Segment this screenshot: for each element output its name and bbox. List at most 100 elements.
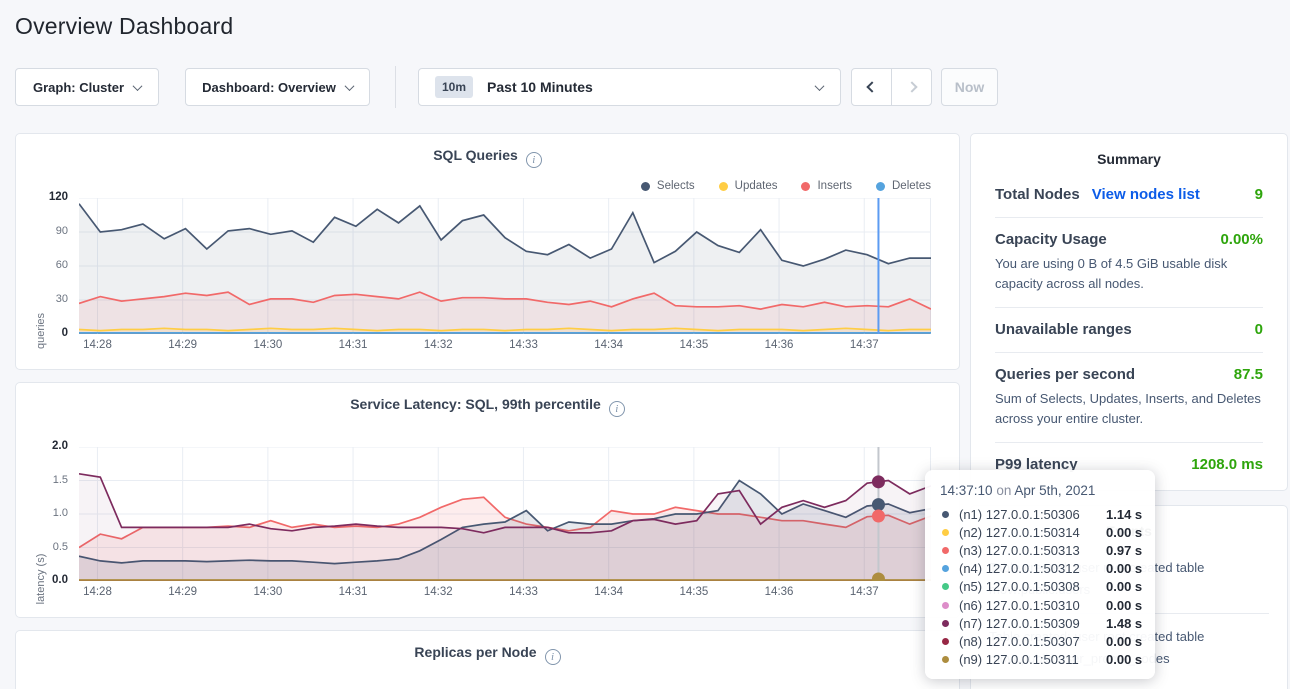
summary-row-unavailable-ranges: Unavailable ranges 0 [995, 307, 1263, 352]
legend-item-selects[interactable]: Selects [641, 180, 695, 192]
unavailable-ranges-label: Unavailable ranges [995, 321, 1132, 338]
sql-queries-chart-card: SQL Queriesi SelectsUpdatesInsertsDelete… [15, 133, 960, 370]
legend-dot-icon [801, 182, 810, 191]
tooltip-node-value: 0.00 s [1106, 652, 1142, 667]
tooltip-node-value: 1.14 s [1106, 507, 1142, 522]
tooltip-node-label: (n1) 127.0.0.1:50306 [959, 507, 1106, 522]
unavailable-ranges-value: 0 [1255, 321, 1263, 338]
x-tick-label: 14:34 [587, 339, 631, 351]
tooltip-row: (n8) 127.0.0.1:503070.00 s [938, 632, 1145, 650]
tooltip-node-label: (n2) 127.0.0.1:50314 [959, 525, 1106, 540]
y-tick-label: 120 [16, 191, 68, 203]
legend-label: Deletes [892, 180, 931, 192]
x-tick-label: 14:30 [246, 586, 290, 598]
tooltip-node-label: (n4) 127.0.0.1:50312 [959, 561, 1106, 576]
queries-per-second-description: Sum of Selects, Updates, Inserts, and De… [995, 389, 1263, 428]
info-icon[interactable]: i [545, 649, 561, 665]
time-prev-button[interactable] [851, 68, 892, 106]
page-title: Overview Dashboard [15, 13, 233, 40]
view-nodes-list-link[interactable]: View nodes list [1092, 186, 1200, 203]
y-tick-label: 30 [16, 293, 68, 305]
tooltip-row: (n3) 127.0.0.1:503130.97 s [938, 541, 1145, 559]
x-tick-label: 14:28 [75, 339, 119, 351]
summary-title: Summary [971, 151, 1287, 167]
chart-legend: Selects Updates Inserts Deletes [641, 180, 931, 192]
p99-latency-value: 1208.0 ms [1191, 456, 1263, 473]
tooltip-row: (n7) 127.0.0.1:503091.48 s [938, 614, 1145, 632]
total-nodes-value: 9 [1255, 186, 1263, 203]
tooltip-node-label: (n3) 127.0.0.1:50313 [959, 543, 1106, 558]
summary-row-queries-per-second: Queries per second 87.5 Sum of Selects, … [995, 352, 1263, 442]
tooltip-node-value: 0.00 s [1106, 634, 1142, 649]
queries-per-second-value: 87.5 [1234, 366, 1263, 383]
time-next-button[interactable] [891, 68, 932, 106]
y-tick-label: 1.0 [16, 507, 68, 519]
chevron-left-icon [866, 81, 877, 92]
dashboard-dropdown-label: Dashboard: Overview [202, 80, 336, 95]
chart-hover-tooltip: 14:37:10 on Apr 5th, 2021 (n1) 127.0.0.1… [925, 470, 1155, 679]
queries-per-second-label: Queries per second [995, 366, 1135, 383]
tooltip-node-label: (n9) 127.0.0.1:50311 [959, 652, 1106, 667]
tooltip-row: (n9) 127.0.0.1:503110.00 s [938, 651, 1145, 669]
node-color-dot-icon [942, 620, 949, 627]
graph-dropdown-label: Graph: Cluster [33, 80, 124, 95]
capacity-usage-label: Capacity Usage [995, 231, 1107, 248]
node-color-dot-icon [942, 511, 949, 518]
legend-dot-icon [719, 182, 728, 191]
now-button[interactable]: Now [941, 68, 998, 106]
node-color-dot-icon [942, 638, 949, 645]
legend-item-deletes[interactable]: Deletes [876, 180, 931, 192]
node-color-dot-icon [942, 529, 949, 536]
tooltip-node-label: (n5) 127.0.0.1:50308 [959, 579, 1106, 594]
legend-dot-icon [876, 182, 885, 191]
y-tick-label: 60 [16, 259, 68, 271]
tooltip-timestamp: 14:37:10 on Apr 5th, 2021 [940, 483, 1145, 498]
tooltip-node-value: 1.48 s [1106, 616, 1142, 631]
time-range-label: Past 10 Minutes [487, 79, 593, 95]
sql-queries-plot-area[interactable] [79, 198, 931, 334]
info-icon[interactable]: i [526, 152, 542, 168]
tooltip-node-value: 0.00 s [1106, 579, 1142, 594]
toolbar-divider [395, 66, 396, 108]
y-tick-label: 1.5 [16, 474, 68, 486]
tooltip-node-value: 0.97 s [1106, 543, 1142, 558]
service-latency-chart-card: Service Latency: SQL, 99th percentilei l… [15, 382, 960, 618]
x-tick-label: 14:33 [501, 586, 545, 598]
capacity-usage-description: You are using 0 B of 4.5 GiB usable disk… [995, 254, 1263, 293]
tooltip-row: (n1) 127.0.0.1:503061.14 s [938, 505, 1145, 523]
tooltip-node-label: (n7) 127.0.0.1:50309 [959, 616, 1106, 631]
x-tick-label: 14:35 [672, 586, 716, 598]
legend-item-inserts[interactable]: Inserts [801, 180, 852, 192]
node-color-dot-icon [942, 602, 949, 609]
tooltip-node-label: (n6) 127.0.0.1:50310 [959, 598, 1106, 613]
tooltip-node-label: (n8) 127.0.0.1:50307 [959, 634, 1106, 649]
x-tick-label: 14:35 [672, 339, 716, 351]
node-color-dot-icon [942, 565, 949, 572]
x-tick-label: 14:36 [757, 339, 801, 351]
tooltip-row: (n6) 127.0.0.1:503100.00 s [938, 596, 1145, 614]
chart-title-service-latency: Service Latency: SQL, 99th percentile [350, 396, 601, 412]
service-latency-plot-area[interactable] [79, 447, 931, 581]
graph-dropdown[interactable]: Graph: Cluster [15, 68, 159, 106]
tooltip-row: (n4) 127.0.0.1:503120.00 s [938, 560, 1145, 578]
chart-title-replicas-per-node: Replicas per Node [414, 644, 536, 660]
summary-panel: Summary Total Nodes View nodes list 9 Ca… [970, 133, 1288, 491]
chevron-down-icon [133, 81, 143, 91]
legend-dot-icon [641, 182, 650, 191]
tooltip-row: (n2) 127.0.0.1:503140.00 s [938, 523, 1145, 541]
tooltip-node-value: 0.00 s [1106, 525, 1142, 540]
legend-item-updates[interactable]: Updates [719, 180, 778, 192]
dashboard-dropdown[interactable]: Dashboard: Overview [185, 68, 370, 106]
x-tick-label: 14:37 [842, 586, 886, 598]
tooltip-row: (n5) 127.0.0.1:503080.00 s [938, 578, 1145, 596]
x-tick-label: 14:29 [161, 339, 205, 351]
y-tick-label: 90 [16, 225, 68, 237]
chevron-right-icon [906, 81, 917, 92]
summary-row-total-nodes: Total Nodes View nodes list 9 [995, 173, 1263, 217]
info-icon[interactable]: i [609, 401, 625, 417]
x-tick-label: 14:29 [161, 586, 205, 598]
tooltip-node-value: 0.00 s [1106, 598, 1142, 613]
node-color-dot-icon [942, 656, 949, 663]
time-range-selector[interactable]: 10m Past 10 Minutes [418, 68, 841, 106]
chevron-down-icon [344, 81, 354, 91]
